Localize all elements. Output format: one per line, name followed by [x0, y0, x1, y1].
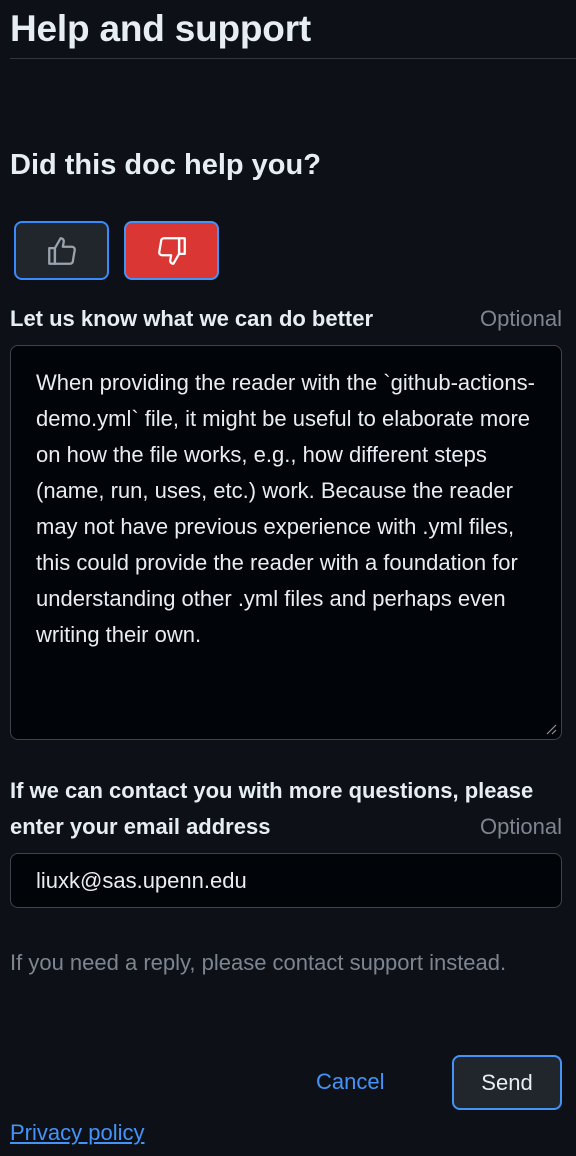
page-title: Help and support — [10, 8, 312, 49]
email-label: If we can contact you with more question… — [10, 778, 534, 839]
privacy-policy-link[interactable]: Privacy policy — [10, 1115, 144, 1151]
thumbs-up-icon — [47, 236, 76, 265]
email-optional: Optional — [480, 814, 562, 839]
thumbs-up-button[interactable] — [14, 221, 109, 280]
title-divider — [10, 58, 576, 59]
email-field[interactable]: liuxk@sas.upenn.edu — [10, 853, 562, 908]
feedback-question: Did this doc help you? — [10, 149, 321, 181]
cancel-button[interactable]: Cancel — [316, 1064, 384, 1100]
helper-text: If you need a reply, please contact supp… — [10, 950, 507, 975]
thumbs-down-icon — [157, 236, 186, 265]
feedback-details-label: Let us know what we can do better — [10, 306, 374, 331]
email-value: liuxk@sas.upenn.edu — [36, 868, 247, 893]
feedback-details-optional: Optional — [480, 306, 562, 331]
feedback-details-text: When providing the reader with the `gith… — [36, 370, 535, 647]
thumbs-down-button[interactable] — [124, 221, 219, 280]
feedback-details-textarea[interactable]: When providing the reader with the `gith… — [10, 345, 562, 740]
resize-handle-icon[interactable] — [545, 723, 557, 735]
send-button[interactable]: Send — [452, 1055, 562, 1110]
